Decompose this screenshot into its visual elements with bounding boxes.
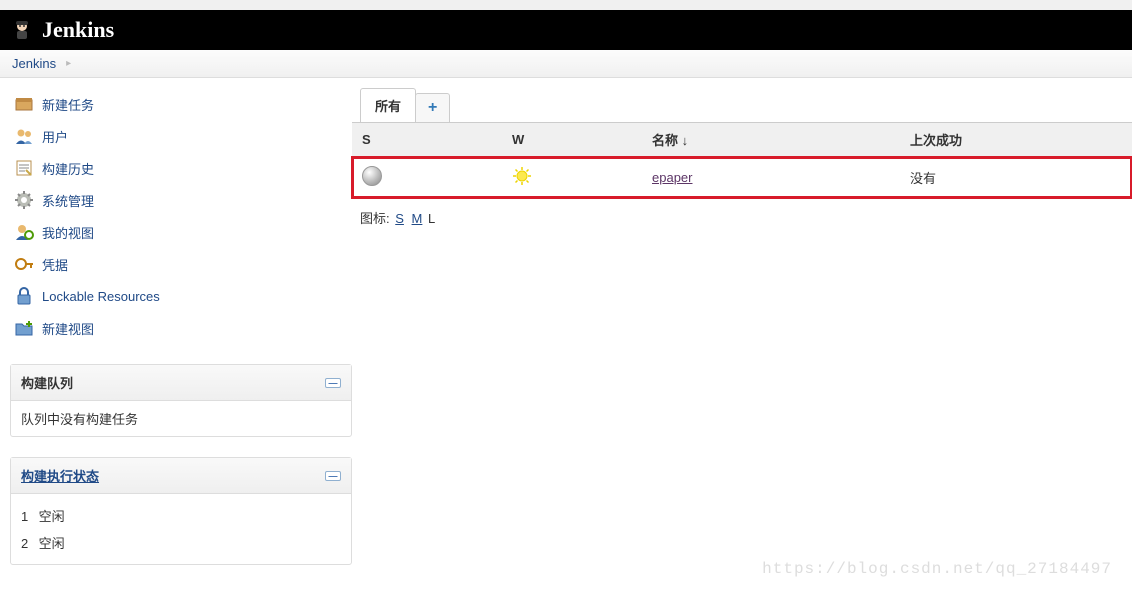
new-view-icon — [14, 318, 34, 338]
sidebar-item-lockable-resources[interactable]: Lockable Resources — [10, 280, 352, 312]
sidebar-item-credentials[interactable]: 凭据 — [10, 248, 352, 280]
icon-legend-label: 图标: — [360, 211, 390, 226]
page-header: Jenkins — [0, 10, 1132, 50]
sidebar: 新建任务 用户 构建历史 系统管理 我的视图 凭据 — [0, 78, 352, 575]
sidebar-item-new-item[interactable]: 新建任务 — [10, 88, 352, 120]
breadcrumb-separator-icon: ▸ — [66, 58, 71, 69]
col-weather[interactable]: W — [502, 123, 642, 158]
icon-size-s[interactable]: S — [395, 211, 404, 226]
icon-size-m[interactable]: M — [412, 211, 423, 226]
sidebar-item-label[interactable]: 新建任务 — [42, 95, 94, 114]
executors-body: 1 空闲 2 空闲 — [11, 494, 351, 564]
cell-last-success: 没有 — [900, 157, 1132, 198]
project-link[interactable]: epaper — [652, 170, 692, 185]
new-item-icon — [14, 94, 34, 114]
cell-status — [352, 157, 502, 198]
logo[interactable]: Jenkins — [10, 17, 114, 43]
build-history-icon — [14, 158, 34, 178]
product-name: Jenkins — [42, 17, 114, 43]
executor-status: 空闲 — [39, 509, 65, 524]
executor-status: 空闲 — [39, 536, 65, 551]
executor-number: 1 — [21, 509, 35, 524]
breadcrumb-root[interactable]: Jenkins — [12, 56, 56, 71]
breadcrumb: Jenkins ▸ — [0, 50, 1132, 78]
watermark: https://blog.csdn.net/qq_27184497 — [762, 560, 1112, 578]
collapse-icon[interactable]: — — [325, 378, 341, 388]
build-queue-body: 队列中没有构建任务 — [11, 401, 351, 436]
executor-number: 2 — [21, 536, 35, 551]
tab-add-view[interactable]: + — [415, 93, 450, 122]
lock-icon — [14, 286, 34, 306]
build-queue-empty: 队列中没有构建任务 — [21, 412, 138, 427]
sidebar-item-people[interactable]: 用户 — [10, 120, 352, 152]
sidebar-item-label[interactable]: 用户 — [42, 127, 68, 146]
executors-pane: 构建执行状态 — 1 空闲 2 空闲 — [10, 457, 352, 565]
people-icon — [14, 126, 34, 146]
icon-size-l: L — [428, 211, 435, 226]
weather-sunny-icon — [512, 166, 532, 186]
sidebar-item-label[interactable]: 凭据 — [42, 255, 68, 274]
executors-title[interactable]: 构建执行状态 — [21, 466, 99, 485]
status-ball-grey-icon — [362, 166, 382, 186]
col-last-success[interactable]: 上次成功 — [900, 123, 1132, 158]
icon-size-legend: 图标: S M L — [352, 198, 1132, 237]
executor-row: 1 空闲 — [21, 502, 341, 529]
projects-table: S W 名称 ↓ 上次成功 epa — [352, 122, 1132, 198]
project-row[interactable]: epaper 没有 — [352, 157, 1132, 198]
task-list: 新建任务 用户 构建历史 系统管理 我的视图 凭据 — [10, 88, 352, 344]
browser-tabs-fragment — [0, 0, 1132, 10]
build-queue-header: 构建队列 — — [11, 365, 351, 401]
cell-weather — [502, 157, 642, 198]
gear-icon — [14, 190, 34, 210]
sidebar-item-label[interactable]: 我的视图 — [42, 223, 94, 242]
view-tabs: 所有 + — [352, 88, 1132, 122]
sidebar-item-label[interactable]: 新建视图 — [42, 319, 94, 338]
sidebar-item-label[interactable]: Lockable Resources — [42, 289, 160, 304]
sidebar-item-label[interactable]: 系统管理 — [42, 191, 94, 210]
tab-all[interactable]: 所有 — [360, 88, 416, 122]
sidebar-item-new-view[interactable]: 新建视图 — [10, 312, 352, 344]
my-views-icon — [14, 222, 34, 242]
collapse-icon[interactable]: — — [325, 471, 341, 481]
col-name[interactable]: 名称 ↓ — [642, 123, 900, 158]
build-queue-title: 构建队列 — [21, 373, 73, 392]
sidebar-item-manage[interactable]: 系统管理 — [10, 184, 352, 216]
sidebar-item-label[interactable]: 构建历史 — [42, 159, 94, 178]
sidebar-item-my-views[interactable]: 我的视图 — [10, 216, 352, 248]
col-status[interactable]: S — [352, 123, 502, 158]
credentials-icon — [14, 254, 34, 274]
executor-row: 2 空闲 — [21, 529, 341, 556]
jenkins-logo-icon — [10, 18, 34, 42]
build-queue-pane: 构建队列 — 队列中没有构建任务 — [10, 364, 352, 437]
executors-header: 构建执行状态 — — [11, 458, 351, 494]
main-content: 所有 + S W 名称 ↓ 上次成功 — [352, 78, 1132, 575]
sidebar-item-build-history[interactable]: 构建历史 — [10, 152, 352, 184]
cell-name: epaper — [642, 157, 900, 198]
